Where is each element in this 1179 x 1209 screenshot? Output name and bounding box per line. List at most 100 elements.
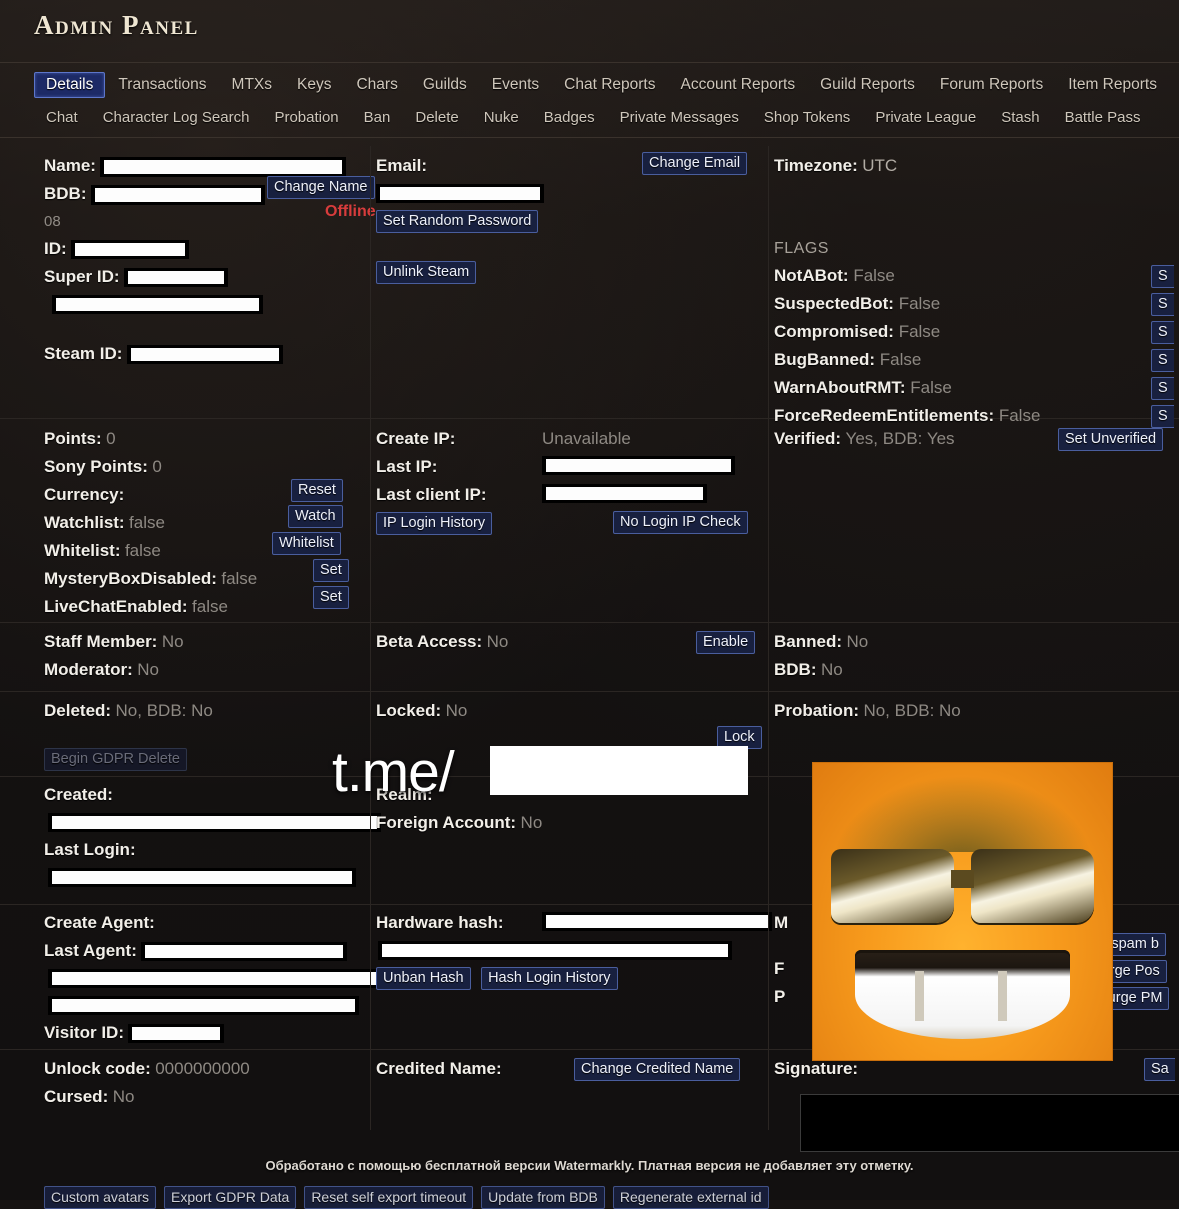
whitelist-button[interactable]: Whitelist [272,532,341,555]
timezone-label: Timezone: [774,156,858,175]
bottom-button-export-gdpr-data[interactable]: Export GDPR Data [164,1186,297,1209]
begin-gdpr-delete-button[interactable]: Begin GDPR Delete [44,748,187,771]
flag-set-button[interactable]: S [1151,293,1174,316]
row-create-ip: Create IP: Unavailable [376,425,768,453]
mysterybox-set-button[interactable]: Set [313,559,349,582]
unlink-steam-button[interactable]: Unlink Steam [376,261,477,284]
row-ip-buttons: IP Login History No Login IP Check [376,509,768,536]
bottom-button-regenerate-external-id[interactable]: Regenerate external id [612,1186,769,1209]
row-sony-points: Sony Points: 0 [44,453,370,481]
column-divider-12 [768,905,769,1049]
tab-forum-reports[interactable]: Forum Reports [928,72,1055,98]
bottom-button-update-from-bdb[interactable]: Update from BDB [481,1186,605,1209]
flag-set-button[interactable]: S [1151,265,1174,288]
tab-keys[interactable]: Keys [285,72,343,98]
column-credited: Credited Name: Change Credited Name [370,1050,768,1130]
moderator-value: No [137,660,159,679]
unlock-code-label: Unlock code: [44,1059,151,1078]
column-identity: Name: BDB: 08 ID: Super ID: Steam ID: Ch… [0,146,376,418]
flag-set-button[interactable]: S [1151,321,1174,344]
steam-id-value-redacted [126,345,283,365]
tab-chars[interactable]: Chars [344,72,409,98]
last-ip-label: Last IP: [376,457,438,476]
tab-account-reports[interactable]: Account Reports [669,72,808,98]
tab-shop-tokens[interactable]: Shop Tokens [752,105,862,130]
tab-chat[interactable]: Chat [34,105,90,130]
no-login-ip-check-button[interactable]: No Login IP Check [613,511,748,534]
tab-battle-pass[interactable]: Battle Pass [1053,105,1153,130]
unban-hash-button[interactable]: Unban Hash [376,967,471,990]
column-deleted: Deleted: No, BDB: No Begin GDPR Delete [0,692,370,776]
tab-guild-reports[interactable]: Guild Reports [808,72,927,98]
tab-mtxs[interactable]: MTXs [220,72,284,98]
tab-ban[interactable]: Ban [352,105,403,130]
column-divider-6 [768,623,769,691]
row-last-login-value [44,864,370,891]
change-email-button[interactable]: Change Email [642,152,748,175]
tab-character-log-search[interactable]: Character Log Search [91,105,262,130]
change-name-button[interactable]: Change Name [267,176,375,199]
beta-access-label: Beta Access: [376,632,483,651]
tab-private-messages[interactable]: Private Messages [608,105,751,130]
locked-value: No [445,701,468,720]
tab-navigation: Details Transactions MTXs Keys Chars Guilds Ev… [0,63,1179,133]
set-random-password-button[interactable]: Set Random Password [376,210,539,233]
flag-row: SuspectedBot: False S [774,290,1179,318]
column-points: Points: 0 Sony Points: 0 Currency: Watch… [0,419,370,622]
currency-reset-button[interactable]: Reset [291,479,343,502]
change-credited-name-button[interactable]: Change Credited Name [574,1058,741,1081]
staff-member-label: Staff Member: [44,632,158,651]
hash-login-history-button[interactable]: Hash Login History [481,967,618,990]
row-banned: Banned: No [774,628,1179,656]
telegram-handle-overlay: t.me/ [332,740,455,804]
beta-enable-button[interactable]: Enable [696,631,756,654]
moderation-row1-label: M [774,913,789,932]
flag-value: False [848,266,895,285]
tabs-divider [0,137,1179,138]
signature-save-button[interactable]: Sa [1144,1058,1175,1081]
tab-delete[interactable]: Delete [403,105,470,130]
tab-row-primary: Details Transactions MTXs Keys Chars Guilds Ev… [34,69,1179,101]
tab-guilds[interactable]: Guilds [411,72,479,98]
status-badge: Offline [325,203,376,220]
row-points: Points: 0 [44,425,370,453]
flag-row: BugBanned: False S [774,346,1179,374]
tab-chat-reports[interactable]: Chat Reports [552,72,667,98]
banned-label: Banned: [774,632,842,651]
row-hardware-hash: Hardware hash: [376,909,772,937]
create-ip-value: Unavailable [542,429,631,448]
flag-row: Compromised: False S [774,318,1179,346]
tab-details[interactable]: Details [34,72,106,98]
tab-item-reports[interactable]: Item Reports [1056,72,1169,98]
signature-textarea[interactable] [800,1094,1179,1152]
tab-stash[interactable]: Stash [989,105,1051,130]
flag-set-button[interactable]: S [1151,349,1174,372]
probation-label: Probation: [774,701,859,720]
sunglasses-emoji-image [812,762,1113,1061]
tab-events[interactable]: Events [480,72,551,98]
tab-row-secondary: Chat Character Log Search Probation Ban Dele… [34,101,1179,133]
row-locked: Locked: No Lock [376,697,768,749]
column-divider-3 [370,419,371,622]
create-ip-label: Create IP: [376,429,456,448]
set-unverified-button[interactable]: Set Unverified [1058,428,1164,451]
cursed-label: Cursed: [44,1087,109,1106]
ip-login-history-button[interactable]: IP Login History [376,512,493,535]
email-value-redacted [376,184,544,204]
livechat-set-button[interactable]: Set [313,586,349,609]
bottom-button-reset-self-export-timeout[interactable]: Reset self export timeout [304,1186,474,1209]
row-banned-bdb: BDB: No [774,656,1179,684]
visitor-id-value-redacted [128,1024,225,1044]
watchlist-watch-button[interactable]: Watch [288,505,343,528]
tab-nuke[interactable]: Nuke [472,105,531,130]
flag-label: SuspectedBot: [774,294,894,313]
column-account: Email: Set Random Password Unlink Steam … [370,146,768,418]
tab-badges[interactable]: Badges [532,105,607,130]
tab-transactions[interactable]: Transactions [106,72,218,98]
tab-private-league[interactable]: Private League [863,105,988,130]
flag-set-button[interactable]: S [1151,377,1174,400]
hardware-hash-label: Hardware hash: [376,913,504,932]
page-header: Admin Panel [0,0,1179,56]
tab-probation[interactable]: Probation [262,105,350,130]
bottom-button-custom-avatars[interactable]: Custom avatars [44,1186,157,1209]
